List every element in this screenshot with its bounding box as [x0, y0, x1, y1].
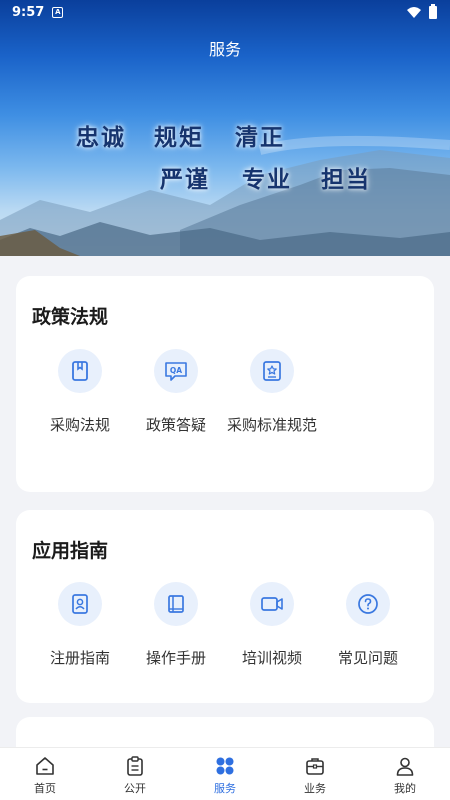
- grid-item-operation-manual[interactable]: 操作手册: [128, 582, 224, 670]
- page-title: 服务: [208, 40, 241, 59]
- grid-icon: [216, 757, 234, 775]
- grid-item-procurement-law[interactable]: 采购法规: [32, 349, 128, 437]
- grid-item-label: 培训视频: [241, 649, 302, 667]
- clipboard-icon: [127, 756, 143, 776]
- question-icon: [358, 594, 378, 614]
- standard-icon: [263, 361, 281, 381]
- video-icon: [261, 597, 283, 611]
- document-icon: [72, 361, 88, 381]
- grid-item-faq[interactable]: 常见问题: [320, 582, 416, 670]
- id-card-icon: [72, 594, 88, 614]
- wifi-icon: [407, 6, 421, 18]
- tab-business[interactable]: 业务: [270, 748, 360, 800]
- grid-item-procurement-standards[interactable]: 采购标准规范: [224, 349, 320, 437]
- user-icon: [396, 757, 414, 776]
- home-icon: [36, 757, 54, 775]
- tab-label: 业务: [304, 782, 326, 795]
- grid-item-label: 注册指南: [49, 649, 110, 667]
- tab-label: 公开: [124, 782, 146, 795]
- tab-home[interactable]: 首页: [0, 748, 90, 800]
- tab-label: 首页: [34, 782, 56, 795]
- status-bar: 9:57 A: [0, 0, 450, 24]
- section-title: 应用指南: [32, 540, 109, 562]
- guide-section-card: 应用指南 注册指南 操作手册 培训视频 常见问题: [16, 510, 434, 703]
- motto-rigor: 严谨: [160, 166, 210, 193]
- grid-item-registration-guide[interactable]: 注册指南: [32, 582, 128, 670]
- motto-professional: 专业: [242, 166, 292, 193]
- grid-item-label: 采购标准规范: [226, 416, 317, 434]
- header-banner: 9:57 A 服务 忠诚 规矩 清正 严谨 专业 担当: [0, 0, 450, 256]
- tab-service[interactable]: 服务: [180, 748, 270, 800]
- grid-item-policy-qa[interactable]: QA 政策答疑: [128, 349, 224, 437]
- manual-icon: [168, 595, 184, 613]
- motto-rules: 规矩: [154, 124, 204, 151]
- motto-responsibility: 担当: [321, 166, 371, 193]
- tab-label: 服务: [214, 782, 236, 795]
- motto-loyalty: 忠诚: [76, 124, 126, 151]
- tab-mine[interactable]: 我的: [360, 748, 450, 800]
- motto-integrity: 清正: [235, 124, 285, 151]
- svg-text:QA: QA: [170, 366, 182, 375]
- grid-item-training-video[interactable]: 培训视频: [224, 582, 320, 670]
- battery-icon: [429, 4, 437, 19]
- qa-icon: QA: [165, 362, 187, 381]
- grid-item-label: 常见问题: [337, 649, 398, 667]
- notification-app-icon: A: [52, 6, 64, 18]
- briefcase-icon: [306, 758, 324, 775]
- grid-item-label: 采购法规: [49, 416, 110, 434]
- tab-label: 我的: [394, 782, 416, 795]
- policy-section-card: 政策法规 采购法规 QA 政策答疑 采购标准规范: [16, 276, 434, 492]
- section-title: 政策法规: [32, 306, 109, 328]
- bottom-tab-bar: 首页 公开 服务 业务 我的: [0, 747, 450, 800]
- tab-public[interactable]: 公开: [90, 748, 180, 800]
- grid-item-label: 操作手册: [145, 649, 206, 667]
- grid-item-label: 政策答疑: [145, 416, 206, 434]
- status-time: 9:57: [12, 4, 45, 20]
